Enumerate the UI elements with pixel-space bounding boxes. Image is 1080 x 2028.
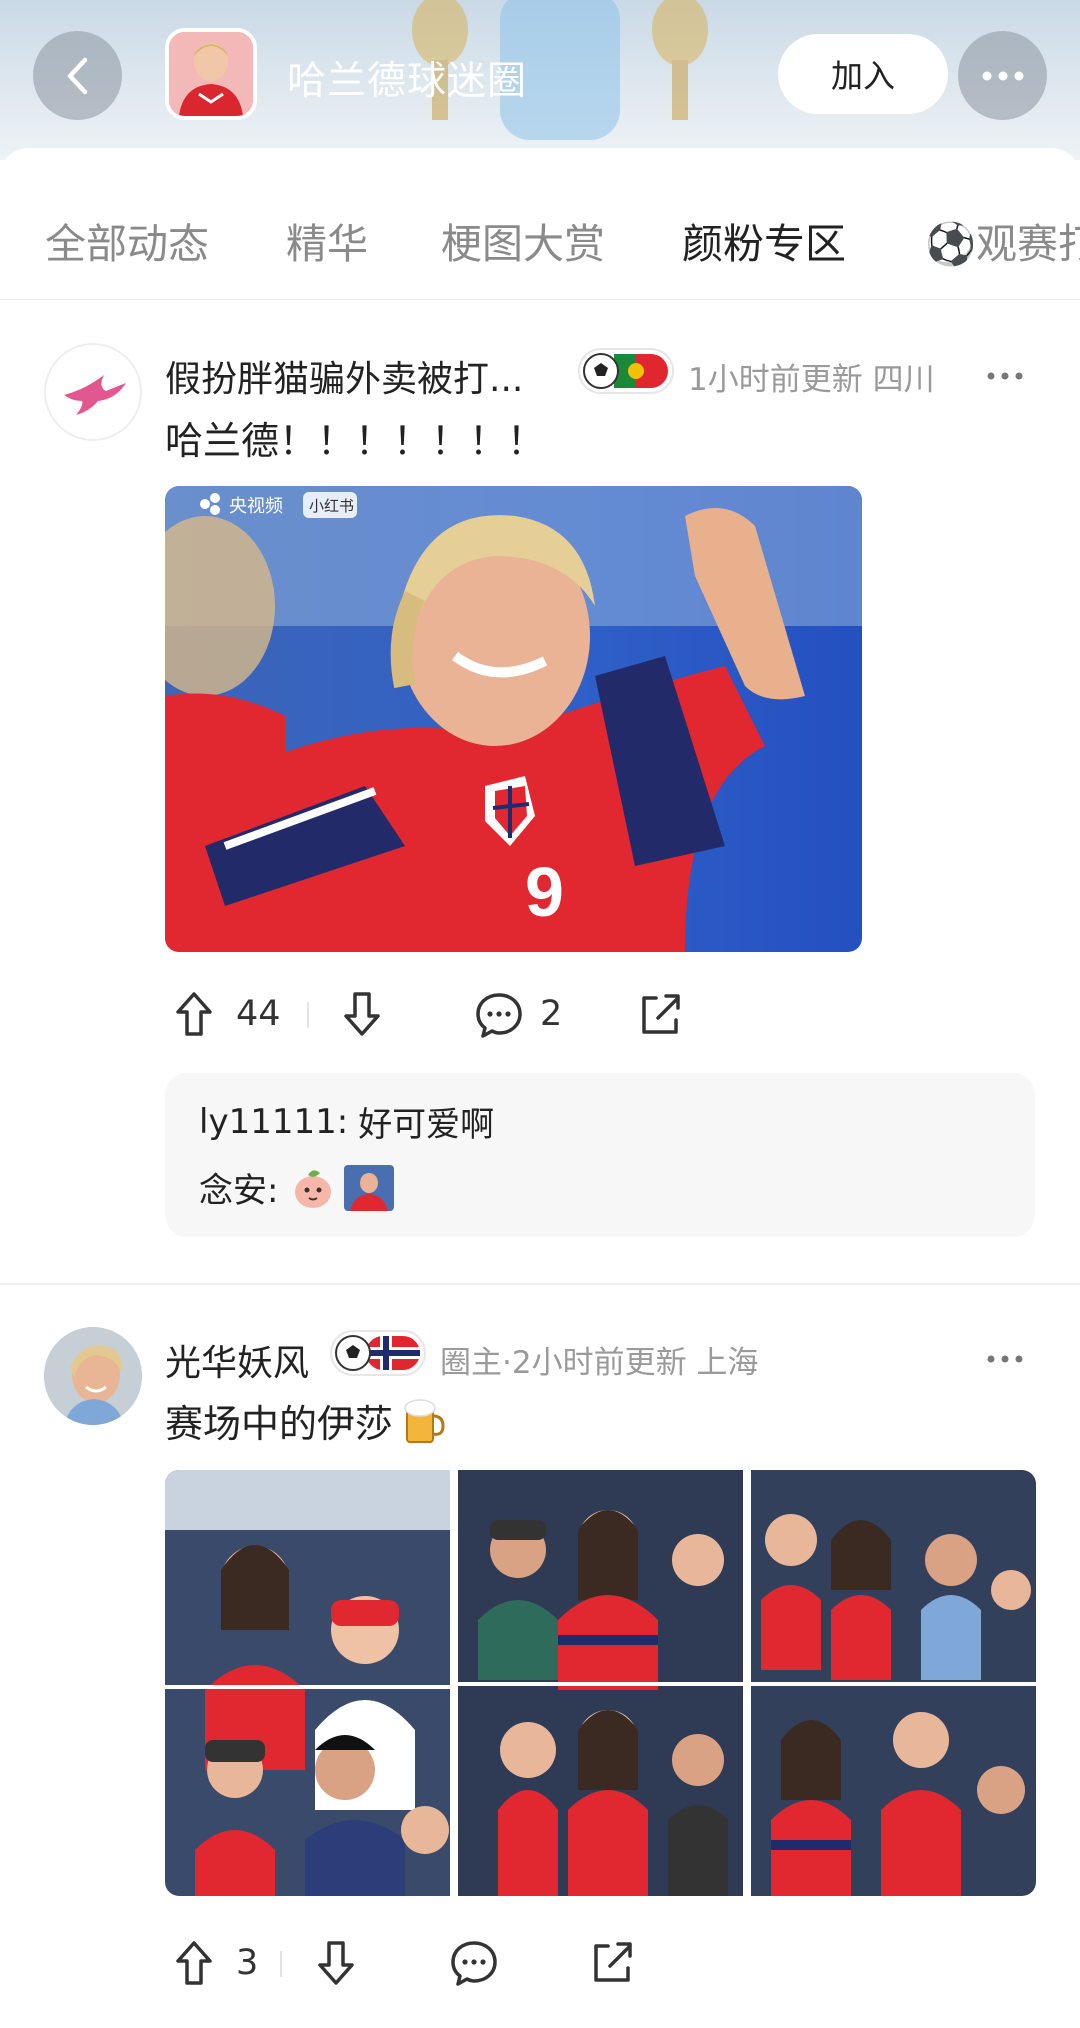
post2-upvote-count: 3 xyxy=(236,1943,259,1983)
post1-author[interactable]: 假扮胖猫骗外卖被打... xyxy=(165,350,523,402)
post1-text: 哈兰德！！！！！！！ xyxy=(165,419,546,463)
comment-text: 好可爱啊 xyxy=(358,1105,495,1145)
arrow-down-icon xyxy=(318,1941,354,1985)
circle-avatar[interactable] xyxy=(165,28,257,120)
crowd-photo xyxy=(458,1470,743,1896)
swallow-icon xyxy=(64,375,126,415)
post2-text: 赛场中的伊莎 xyxy=(165,1402,394,1446)
haaland-celebration-photo: 9 央视频 小红书 xyxy=(165,486,862,952)
post1-share-button[interactable] xyxy=(636,990,684,1038)
post2-author[interactable]: 光华妖风 xyxy=(165,1334,309,1386)
tab-all[interactable]: 全部动态 xyxy=(45,210,209,270)
share-icon xyxy=(642,994,680,1034)
svg-text:9: 9 xyxy=(525,853,564,931)
post1-meta: 1小时前更新 四川 xyxy=(688,362,935,398)
comment-row-2: 念安: xyxy=(199,1163,395,1212)
post2-share-button[interactable] xyxy=(588,1938,636,1986)
post1-image[interactable]: 9 央视频 小红书 xyxy=(165,486,862,952)
tab-memes[interactable]: 梗图大赏 xyxy=(441,210,605,270)
post2-photo-2[interactable] xyxy=(458,1470,743,1896)
post2-text-row: 赛场中的伊莎 xyxy=(165,1393,445,1448)
arrow-up-icon xyxy=(176,1941,212,1985)
post2-more-button[interactable] xyxy=(986,1349,1024,1368)
share-icon xyxy=(594,1942,632,1982)
crowd-photo xyxy=(165,1470,450,1896)
circle-header: 哈兰德球迷圈 加入 xyxy=(0,0,1080,160)
divider xyxy=(307,1002,309,1028)
post2-avatar[interactable] xyxy=(44,1327,142,1425)
post-divider xyxy=(0,1283,1080,1285)
post1-upvote-button[interactable] xyxy=(172,990,216,1038)
post1-badge xyxy=(578,348,674,394)
beer-mug-icon xyxy=(404,1398,445,1443)
post2-photo-1[interactable] xyxy=(165,1470,450,1896)
haaland-portrait xyxy=(169,32,253,116)
comment-row-1: ly11111: 好可爱啊 xyxy=(199,1097,494,1146)
peach-sticker-icon xyxy=(295,1169,332,1208)
football-norway-flag-icon xyxy=(335,1335,420,1371)
more-dots-icon xyxy=(987,372,1023,380)
join-button[interactable]: 加入 xyxy=(778,34,948,114)
back-button[interactable] xyxy=(33,31,122,120)
post1-avatar[interactable] xyxy=(44,343,142,441)
haaland-avatar-photo xyxy=(44,1327,142,1425)
circle-name: 哈兰德球迷圈 xyxy=(287,59,528,104)
watermark-tag: 小红书 xyxy=(309,497,354,515)
tab-featured[interactable]: 精华 xyxy=(286,210,368,270)
more-dots-icon xyxy=(987,1355,1023,1363)
post2-photo-3[interactable] xyxy=(751,1470,1036,1896)
comment-bubble-icon xyxy=(451,1941,497,1986)
post1-upvote-count: 44 xyxy=(236,994,281,1034)
post2-badge xyxy=(330,1330,426,1376)
post1-downvote-button[interactable] xyxy=(340,990,384,1038)
more-dots-icon xyxy=(982,71,1023,80)
tab-bar: 全部动态 精华 梗图大赏 颜粉专区 ⚽观赛打 xyxy=(0,148,1080,300)
tab-watch-match[interactable]: ⚽观赛打 xyxy=(925,210,1080,270)
post1-comment-button[interactable] xyxy=(474,990,524,1040)
post2-upvote-button[interactable] xyxy=(172,1939,216,1987)
post1-comment-count: 2 xyxy=(540,994,563,1034)
post1-comment-preview[interactable]: ly11111: 好可爱啊 念安: xyxy=(165,1073,1035,1237)
post2-comment-button[interactable] xyxy=(449,1938,499,1988)
watermark-text: 央视频 xyxy=(229,496,283,517)
post2-meta: 圈主·2小时前更新 上海 xyxy=(440,1345,759,1381)
crowd-photo xyxy=(751,1470,1036,1896)
more-button[interactable] xyxy=(958,31,1047,120)
comment-bubble-icon xyxy=(476,993,522,1038)
football-portugal-flag-icon xyxy=(583,353,668,389)
arrow-up-icon xyxy=(176,992,212,1036)
comment-user: ly11111: xyxy=(199,1101,349,1142)
comment-user: 念安: xyxy=(199,1171,279,1211)
post2-downvote-button[interactable] xyxy=(314,1939,358,1987)
post1-more-button[interactable] xyxy=(986,366,1024,385)
arrow-down-icon xyxy=(344,992,380,1036)
back-chevron-icon xyxy=(67,57,87,94)
haaland-sticker-icon xyxy=(344,1164,395,1211)
tab-looks-fans[interactable]: 颜粉专区 xyxy=(682,210,846,270)
divider xyxy=(280,1951,282,1977)
